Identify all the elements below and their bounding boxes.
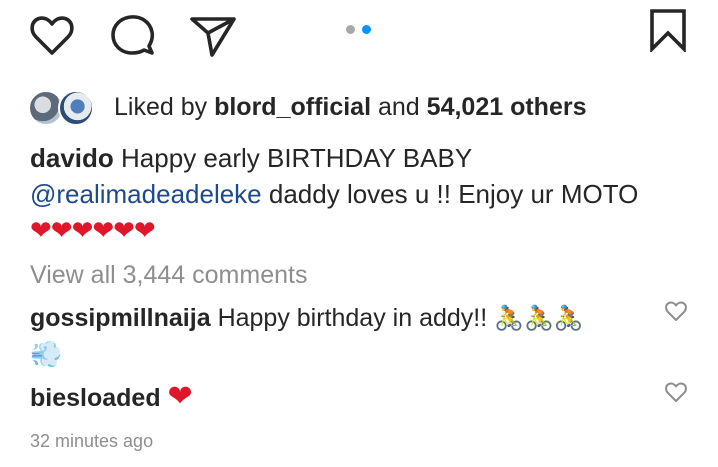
comment-button[interactable]: [108, 13, 156, 57]
liker-avatars[interactable]: [28, 90, 100, 126]
likes-summary[interactable]: Liked by blord_official and 54,021 other…: [114, 91, 587, 123]
caption-text-2: daddy loves u !! Enjoy ur MOTO: [268, 179, 639, 209]
comment-row: gossipmillnaija Happy birthday in addy!!…: [30, 301, 584, 335]
paper-plane-icon: [190, 17, 236, 57]
likes-user[interactable]: blord_official: [214, 93, 371, 121]
comment-text: Happy birthday in addy!!: [217, 304, 488, 332]
carousel-dot: [346, 25, 355, 34]
bookmark-icon: [650, 9, 686, 52]
carousel-dot-active: [362, 25, 371, 34]
like-button[interactable]: [28, 13, 76, 57]
save-button[interactable]: [648, 8, 688, 52]
dash-emoji: 💨: [30, 340, 63, 370]
likes-and: and: [378, 93, 420, 121]
caption-text-1: Happy early BIRTHDAY BABY: [121, 143, 473, 173]
cyclist-emojis: 🚴🚴🚴: [494, 304, 584, 332]
comment-like-button[interactable]: [664, 381, 688, 403]
post-timestamp: 32 minutes ago: [30, 431, 154, 451]
likes-others[interactable]: 54,021 others: [427, 93, 587, 121]
caption-heart-emojis: ❤❤❤❤❤❤: [30, 215, 156, 245]
caption: davido Happy early BIRTHDAY BABY @realim…: [30, 140, 690, 212]
caption-username[interactable]: davido: [30, 143, 114, 173]
avatar: [58, 90, 94, 126]
heart-outline-icon: [665, 301, 687, 321]
carousel-indicator: [346, 25, 371, 34]
caption-mention[interactable]: @realimadeadeleke: [30, 179, 262, 209]
heart-emoji: ❤: [167, 379, 193, 414]
heart-outline-icon: [665, 382, 687, 402]
comment-username[interactable]: gossipmillnaija: [30, 304, 211, 332]
comment-like-button[interactable]: [664, 300, 688, 322]
likes-prefix: Liked by: [114, 93, 208, 121]
heart-outline-icon: [30, 16, 74, 55]
comment-row: biesloaded ❤: [30, 380, 193, 415]
view-all-comments-link[interactable]: View all 3,444 comments: [30, 259, 307, 291]
share-button[interactable]: [188, 13, 238, 57]
comment-bubble-icon: [111, 15, 155, 55]
comment-username[interactable]: biesloaded: [30, 384, 161, 412]
